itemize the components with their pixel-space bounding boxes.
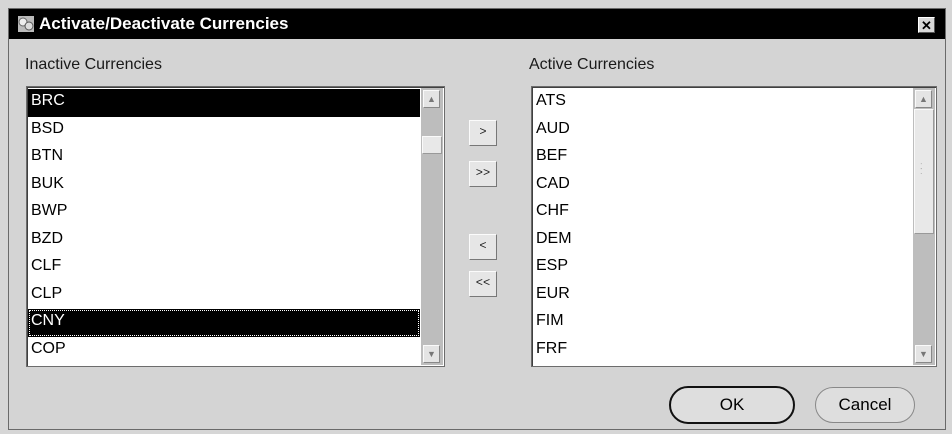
list-item[interactable]: BTN [28, 144, 420, 172]
list-item[interactable]: BEF [533, 144, 911, 172]
inactive-list-scrollbar[interactable]: ▲ ▼ [421, 88, 443, 365]
scroll-thumb[interactable]: ⁚ ⁚ [914, 109, 934, 234]
currency-dialog: Activate/Deactivate Currencies ✕ Inactiv… [8, 8, 946, 430]
move-one-right-button[interactable]: > [469, 120, 497, 146]
dialog-title: Activate/Deactivate Currencies [39, 14, 289, 33]
arrow-down-icon[interactable]: ▼ [423, 345, 440, 363]
active-currencies-label: Active Currencies [529, 56, 655, 73]
list-item[interactable]: CAD [533, 172, 911, 200]
active-currencies-list[interactable]: ATS AUD BEF CAD CHF DEM ESP EUR FIM FRF … [531, 86, 937, 367]
move-all-right-button[interactable]: >> [469, 161, 497, 187]
list-item[interactable]: DEM [533, 227, 911, 255]
list-item[interactable]: CHF [533, 199, 911, 227]
arrow-up-icon[interactable]: ▲ [423, 90, 440, 108]
list-item[interactable]: CLP [28, 282, 420, 310]
scroll-thumb[interactable] [422, 136, 442, 154]
list-item[interactable]: BSD [28, 117, 420, 145]
list-item[interactable]: EUR [533, 282, 911, 310]
arrow-down-icon[interactable]: ▼ [915, 345, 932, 363]
list-item[interactable]: ATS [533, 89, 911, 117]
inactive-currencies-list[interactable]: BRC BSD BTN BUK BWP BZD CLF CLP CNY COP … [26, 86, 445, 367]
ok-button[interactable]: OK [669, 386, 795, 424]
active-list-scrollbar[interactable]: ▲ ⁚ ⁚ ▼ [913, 88, 935, 365]
close-icon[interactable]: ✕ [918, 17, 935, 33]
list-item[interactable]: BRC [28, 89, 420, 117]
currency-dialog-icon [18, 16, 34, 32]
list-item[interactable]: BZD [28, 227, 420, 255]
cancel-button[interactable]: Cancel [815, 387, 915, 423]
move-all-left-button[interactable]: << [469, 271, 497, 297]
list-item[interactable]: AUD [533, 117, 911, 145]
list-item[interactable]: BWP [28, 199, 420, 227]
list-item[interactable]: FRF [533, 337, 911, 365]
grip-icon: ⁚ ⁚ [920, 162, 923, 176]
arrow-up-icon[interactable]: ▲ [915, 90, 932, 108]
title-bar[interactable]: Activate/Deactivate Currencies ✕ [9, 9, 945, 39]
list-item[interactable]: CLF [28, 254, 420, 282]
list-item[interactable]: FIM [533, 309, 911, 337]
list-item[interactable]: ESP [533, 254, 911, 282]
inactive-currencies-label: Inactive Currencies [25, 56, 162, 73]
list-item[interactable]: CNY [28, 309, 420, 337]
list-item[interactable]: COP [28, 337, 420, 365]
list-item[interactable]: BUK [28, 172, 420, 200]
move-one-left-button[interactable]: < [469, 234, 497, 260]
